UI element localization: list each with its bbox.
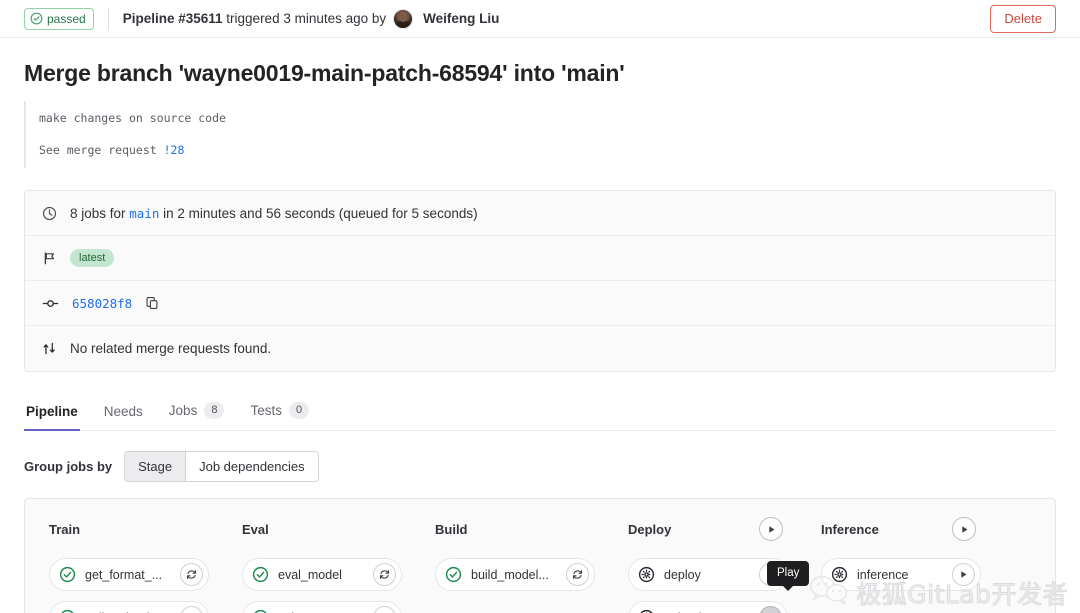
tab-needs[interactable]: Needs <box>102 400 145 431</box>
stage-header-build: Build <box>435 516 594 542</box>
stage-name-inference: Inference <box>821 522 879 537</box>
pipeline-topbar: passed Pipeline #35611 triggered 3 minut… <box>0 0 1080 38</box>
stage-play-all-icon[interactable] <box>952 517 976 541</box>
clock-icon <box>42 206 57 221</box>
tab-pipeline-label: Pipeline <box>26 404 78 419</box>
commit-description-line-1: make changes on source code <box>39 103 1056 135</box>
pipeline-id[interactable]: Pipeline #35611 <box>123 11 223 26</box>
commit-sha-link[interactable]: 658028f8 <box>72 296 132 311</box>
info-row-commit: 658028f8 <box>25 281 1055 326</box>
commit-icon <box>42 296 59 311</box>
job-pill[interactable]: write-report... <box>242 601 402 613</box>
status-success-icon <box>252 566 269 583</box>
play-tooltip: Play <box>767 561 809 586</box>
stage-header-train: Train <box>49 516 208 542</box>
retry-icon[interactable] <box>180 606 203 613</box>
status-manual-icon <box>638 609 655 613</box>
group-jobs-by-toggle: Stage Job dependencies <box>124 451 319 482</box>
stage-header-inference: Inference <box>821 516 980 542</box>
pipeline-tabs: Pipeline Needs Jobs 8 Tests 0 <box>24 398 1056 431</box>
merge-requests-empty-text: No related merge requests found. <box>70 341 271 356</box>
delete-button[interactable]: Delete <box>990 5 1056 33</box>
info-row-jobs: 8 jobs for main in 2 minutes and 56 seco… <box>25 191 1055 236</box>
retry-icon[interactable] <box>180 563 203 586</box>
check-circle-icon <box>30 12 43 25</box>
status-success-icon <box>445 566 462 583</box>
tab-tests-count: 0 <box>289 402 309 419</box>
pipeline-page: passed Pipeline #35611 triggered 3 minut… <box>0 0 1080 613</box>
stage-name-eval: Eval <box>242 522 269 537</box>
pipeline-graph: Train get_format_... <box>24 498 1056 613</box>
job-pill[interactable]: inference <box>821 558 981 591</box>
play-icon[interactable] <box>952 563 975 586</box>
pipeline-triggered-text: triggered 3 minutes ago by <box>226 11 386 26</box>
commit-description-line-2: See merge request !28 <box>39 135 1056 167</box>
stage-name-build: Build <box>435 522 468 537</box>
group-by-stage-button[interactable]: Stage <box>125 452 185 481</box>
stage-column-inference: Inference <box>797 516 990 613</box>
copy-icon[interactable] <box>145 296 159 310</box>
tab-jobs[interactable]: Jobs 8 <box>167 398 227 431</box>
group-jobs-by-label: Group jobs by <box>24 459 112 474</box>
tab-jobs-count: 8 <box>204 402 224 419</box>
job-pill[interactable]: deploy <box>628 558 788 591</box>
play-icon[interactable] <box>759 606 782 613</box>
tab-needs-label: Needs <box>104 404 143 419</box>
group-jobs-by-bar: Group jobs by Stage Job dependencies <box>24 451 1056 482</box>
status-manual-icon <box>831 566 848 583</box>
status-success-icon <box>59 566 76 583</box>
job-pill[interactable]: build_model... <box>435 558 595 591</box>
stage-column-train: Train get_format_... <box>25 516 218 613</box>
stage-column-eval: Eval eval_model <box>218 516 411 613</box>
job-pill[interactable]: eval_model <box>242 558 402 591</box>
tag-badge[interactable]: latest <box>70 249 114 267</box>
merge-request-link[interactable]: !28 <box>164 143 185 157</box>
topbar-divider <box>108 8 109 30</box>
jobs-summary-prefix: 8 jobs for <box>70 206 129 221</box>
job-pill[interactable]: pull_train_d... <box>49 601 209 613</box>
jobs-summary-suffix: in 2 minutes and 56 seconds (queued for … <box>159 206 477 221</box>
job-name: build_model... <box>471 568 557 582</box>
job-name: get_format_... <box>85 568 171 582</box>
stage-name-train: Train <box>49 522 80 537</box>
merge-request-prefix: See merge request <box>39 143 164 157</box>
avatar[interactable] <box>393 9 413 29</box>
retry-icon[interactable] <box>373 606 396 613</box>
retry-icon[interactable] <box>373 563 396 586</box>
stage-column-build: Build build_model... <box>411 516 604 613</box>
tab-tests-label: Tests <box>250 403 282 418</box>
status-success-icon <box>59 609 76 613</box>
tab-jobs-label: Jobs <box>169 403 198 418</box>
merge-request-icon <box>42 341 57 356</box>
retry-icon[interactable] <box>566 563 589 586</box>
group-by-job-dependencies-button[interactable]: Job dependencies <box>185 452 318 481</box>
job-name: eval_model <box>278 568 364 582</box>
stage-header-eval: Eval <box>242 516 401 542</box>
status-badge: passed <box>24 8 94 30</box>
tab-pipeline[interactable]: Pipeline <box>24 400 80 431</box>
status-success-icon <box>252 609 269 613</box>
stage-name-deploy: Deploy <box>628 522 671 537</box>
job-pill[interactable]: get_format_... <box>49 558 209 591</box>
job-name: inference <box>857 568 943 582</box>
stage-header-deploy: Deploy <box>628 516 787 542</box>
tab-tests[interactable]: Tests 0 <box>248 398 311 431</box>
commit-description: make changes on source code See merge re… <box>24 101 1056 168</box>
page-title: Merge branch 'wayne0019-main-patch-68594… <box>24 60 1056 87</box>
info-row-tag: latest <box>25 236 1055 281</box>
job-pill[interactable]: upload_mo... <box>628 601 788 613</box>
status-badge-label: passed <box>47 11 86 27</box>
stage-play-all-icon[interactable] <box>759 517 783 541</box>
pipeline-info-text: Pipeline #35611 triggered 3 minutes ago … <box>123 11 386 26</box>
pipeline-content: Merge branch 'wayne0019-main-patch-68594… <box>0 60 1080 613</box>
branch-link[interactable]: main <box>129 206 159 221</box>
jobs-summary: 8 jobs for main in 2 minutes and 56 seco… <box>70 206 478 221</box>
pipeline-stage-columns: Train get_format_... <box>25 516 1055 613</box>
pipeline-author[interactable]: Weifeng Liu <box>423 11 499 26</box>
flag-icon <box>42 251 57 266</box>
status-manual-icon <box>638 566 655 583</box>
job-name: deploy <box>664 568 750 582</box>
info-row-merge-requests: No related merge requests found. <box>25 326 1055 371</box>
pipeline-info-card: 8 jobs for main in 2 minutes and 56 seco… <box>24 190 1056 372</box>
